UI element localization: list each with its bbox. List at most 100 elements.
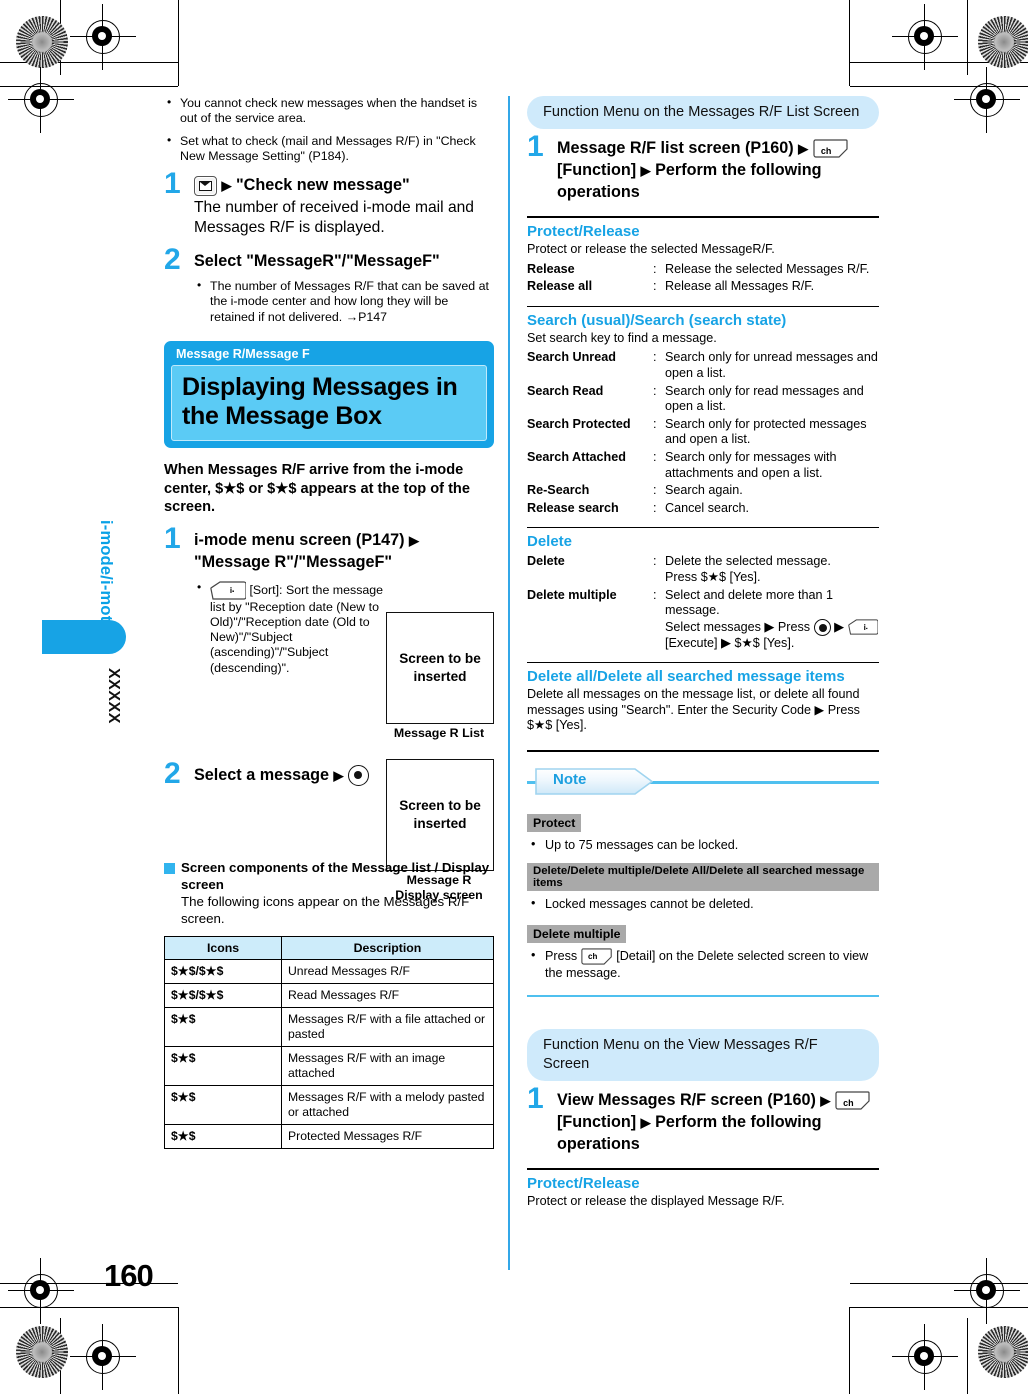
note-banner: Note [527,768,879,796]
imode-key-icon: i▪ [847,619,878,635]
select-key-icon [813,618,831,636]
definition-row: Delete : Delete the selected message. Pr… [527,554,879,585]
step-heading-text-b: "Message R"/"MessageF" [194,552,393,571]
table-row: $★$/$★$ Unread Messages R/F [164,959,494,985]
ch-key-icon: ch [581,948,613,965]
step-number: 2 [164,243,181,277]
definition-description-line3b: $★$ [Yes]. [734,635,795,650]
subsection-search: Search (usual)/Search (search state) [527,311,787,329]
note-bullet-list: Up to 75 messages can be locked. [527,836,879,853]
column-divider [508,96,510,1270]
definition-term: Release search [527,500,619,515]
table-cell-description: Messages R/F with a melody pasted or att… [281,1085,494,1126]
step-heading: Message R/F list screen (P160) ▶ ch [Fun… [557,137,879,203]
list-item: Set what to check (mail and Messages R/F… [164,133,494,165]
table-cell-description: Read Messages R/F [281,983,494,1009]
subsection-heading: Screen components of the Message list / … [164,860,494,893]
table-header-icons: Icons [164,936,282,961]
ch-key-icon: ch [813,139,849,158]
table-cell-description: Messages R/F with a file attached or pas… [281,1007,494,1048]
list-item: Up to 75 messages can be locked. [527,836,879,853]
arrow-icon: ▶ [820,1093,831,1109]
step-heading-text-a: View Messages R/F screen (P160) [557,1091,816,1110]
definition-row: Release all : Release all Messages R/F. [527,279,879,295]
step-open-function-menu-list: 1 Message R/F list screen (P160) ▶ ch [F… [527,132,879,203]
definition-term: Release all [527,279,593,294]
arrow-icon: ▶ [834,618,845,634]
table-cell-description: Unread Messages R/F [281,959,494,985]
ch-key-icon: ch [835,1091,871,1111]
step-heading-text: "Check new message" [236,176,410,195]
page-title: Displaying Messages in the Message Box [171,365,487,442]
definition-term: Search Unread [527,350,616,365]
table-row: $★$ Messages R/F with a melody pasted or… [164,1085,494,1126]
step-heading: View Messages R/F screen (P160) ▶ ch [Fu… [557,1089,879,1155]
note-bottom-rule [527,995,879,998]
definition-separator: : [653,350,657,365]
registration-mark-icon [954,67,1020,133]
definition-separator: : [653,279,657,294]
arrow-icon: ▶ [409,532,420,548]
list-item: You cannot check new messages when the h… [164,95,494,127]
function-menu-banner-view-screen: Function Menu on the View Messages R/F S… [527,1029,879,1082]
step-select-message-type: 2 Select "MessageR"/"MessageF" The numbe… [164,245,494,325]
square-bullet-icon [164,863,175,875]
definition-description: Search only for messages with attachment… [665,449,837,480]
imode-key-icon: i▪ [210,580,246,600]
registration-mark-icon [70,1324,136,1390]
screenshot-placeholder-text: Screen to be inserted [399,651,481,684]
note-bullet-list: Press ch [Detail] on the Delete selected… [527,947,879,981]
table-row: $★$/$★$ Read Messages R/F [164,983,494,1009]
definition-term: Search Read [527,383,604,398]
definition-row: Search Protected : Search only for prote… [527,417,879,448]
step-open-function-menu-view: 1 View Messages R/F screen (P160) ▶ ch [… [527,1084,879,1155]
step-bullet-list: i▪ [Sort]: Sort the message list by "Rec… [194,580,399,676]
note-group-label: Protect [527,814,582,833]
arrow-icon: ▶ [640,1115,651,1131]
list-item: i▪ [Sort]: Sort the message list by "Rec… [194,580,399,676]
registration-starburst-icon [16,16,68,68]
step-heading-text-a: i-mode menu screen (P147) [194,530,405,549]
note-group-label: Delete/Delete multiple/Delete All/Delete… [527,863,879,892]
table-row: $★$ Protected Messages R/F [164,1124,494,1150]
registration-starburst-icon [978,16,1028,68]
crop-mark [178,0,179,86]
step-number: 1 [527,130,544,163]
imode-key-label: i▪ [229,585,235,595]
table-row: $★$ Messages R/F with an image attached [164,1046,494,1087]
crop-mark [967,1318,968,1394]
screenshot-caption: Message R List [393,726,485,740]
step-check-new-message: 1 ▶ "Check new message" The number of re… [164,169,494,238]
registration-mark-icon [892,1324,958,1390]
step-heading: i-mode menu screen (P147) ▶ "Message R"/… [194,529,494,573]
subsection-description: Protect or release the displayed Message… [527,1194,785,1209]
arrow-icon: ▶ [798,141,809,156]
definition-description-line2a: Select messages [665,619,761,634]
definition-list-protect: Release : Release the selected Messages … [527,262,879,295]
definition-separator: : [653,587,657,602]
definition-row: Search Read : Search only for read messa… [527,384,879,415]
screenshot-placeholder-message-r-list: Screen to be inserted [386,612,494,724]
definition-description: Release the selected Messages R/F. [665,261,870,276]
definition-row: Delete multiple : Select and delete more… [527,588,879,652]
arrow-icon: ▶ [333,768,344,784]
definition-description-line1: Select and delete more than 1 message. [665,587,834,618]
registration-mark-icon [892,4,958,70]
definition-separator: : [653,554,657,569]
subsection-description: Protect or release the selected MessageR… [527,242,775,256]
registration-mark-icon [8,67,74,133]
subsection-delete-all: Delete all/Delete all searched message i… [527,668,845,686]
definition-description: Cancel search. [665,500,749,515]
left-column: You cannot check new messages when the h… [164,95,494,1150]
definition-list-delete: Delete : Delete the selected message. Pr… [527,554,879,651]
definition-description: Select and delete more than 1 message. S… [665,588,879,652]
definition-row: Release : Release the selected Messages … [527,262,879,278]
step-heading-text-b: [Function] [557,1113,637,1132]
imode-key-label: i▪ [863,623,868,633]
definition-row: Search Attached : Search only for messag… [527,450,879,481]
section-thumb-tab [42,620,126,654]
rule [527,662,879,664]
icon-description-table: Icons Description $★$/$★$ Unread Message… [164,936,494,1150]
crop-mark [967,0,968,75]
registration-mark-icon [70,4,136,70]
